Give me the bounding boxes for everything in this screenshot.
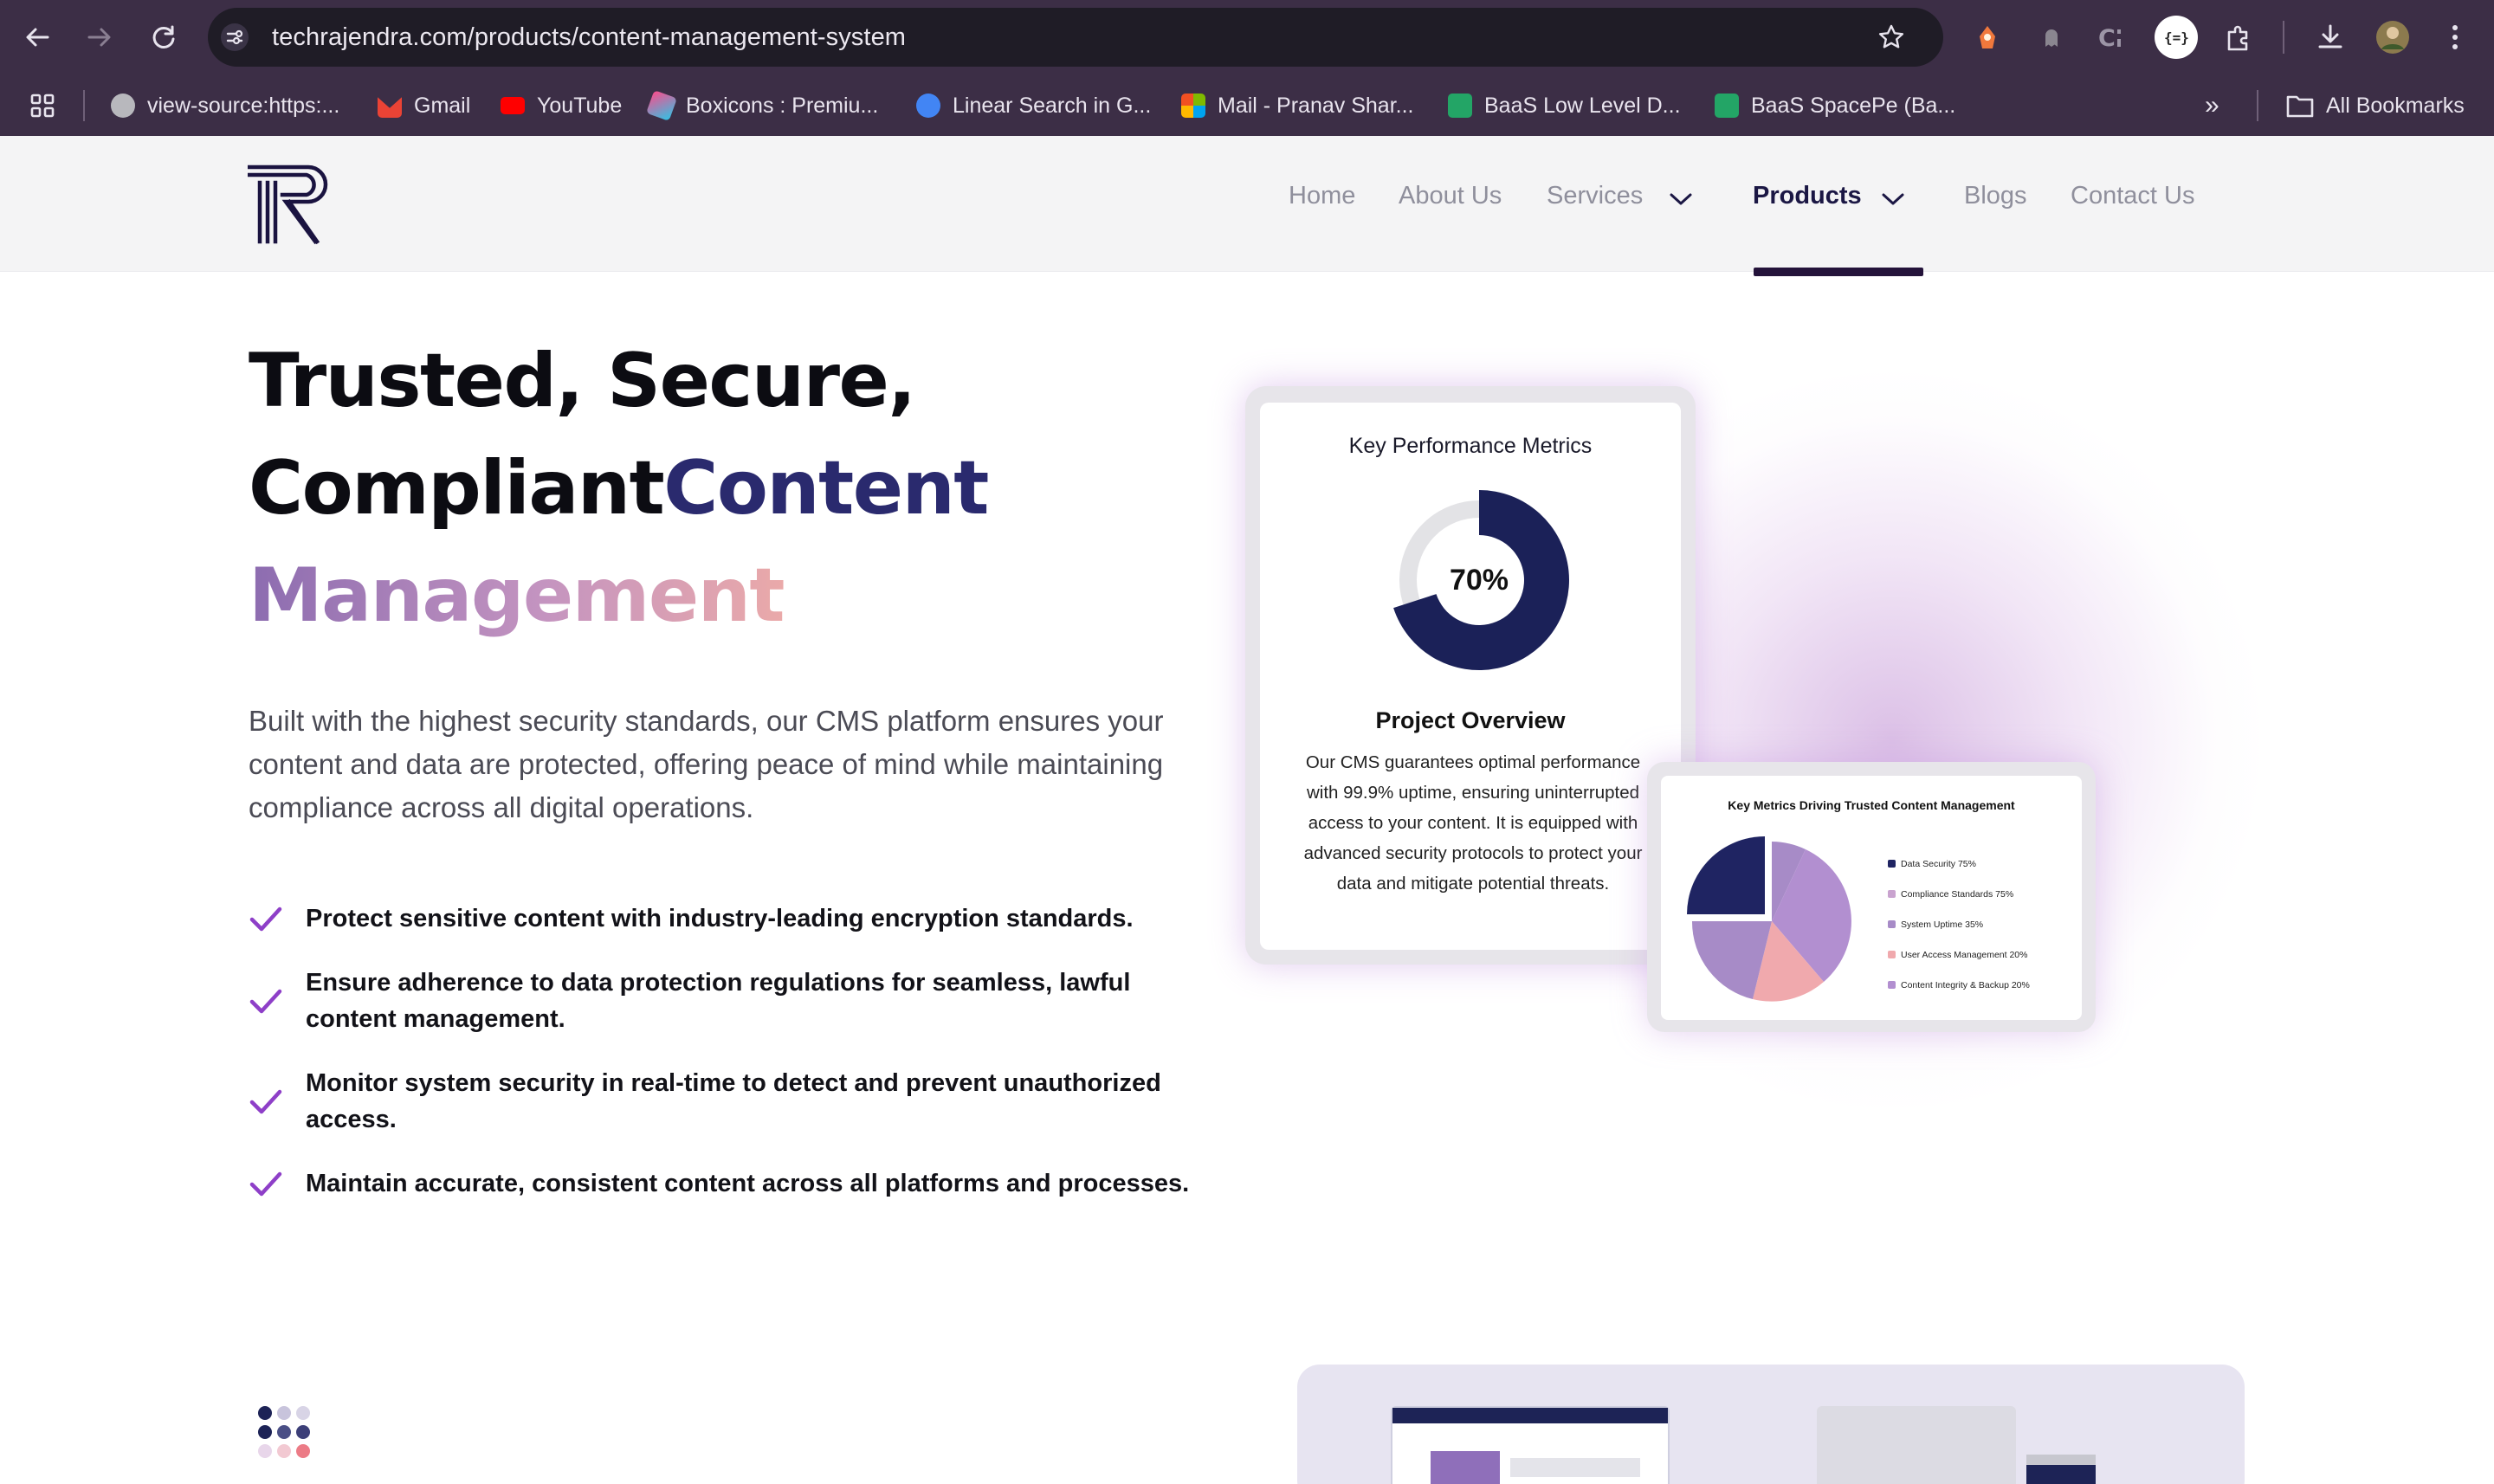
preview-grey-block [1817,1406,2016,1484]
kpi-card-title: Key Performance Metrics [1348,434,1593,458]
browser-menu-icon[interactable] [2435,17,2475,57]
bookmark-item[interactable]: Mail - Pranav Shar... [1181,81,1413,130]
apps-grid-icon[interactable] [29,81,55,130]
metrics-pie-chart [1687,836,1851,1002]
nav-blogs[interactable]: Blogs [1964,182,2027,210]
bookmark-item[interactable]: BaaS SpacePe (Ba... [1715,81,1955,130]
bookmark-item[interactable]: Linear Search in G... [916,81,1151,130]
bookmark-item[interactable]: Boxicons : Premiu... [646,81,878,130]
folder-icon [2286,95,2314,118]
sheets-icon [1715,94,1739,118]
chevron-down-icon[interactable] [1668,190,1694,208]
reload-icon [152,25,175,48]
site-logo[interactable] [248,165,336,244]
bookmark-item[interactable]: BaaS Low Level D... [1448,81,1681,130]
forward-arrow-icon [87,28,111,47]
hero-description: Built with the highest security standard… [249,705,1164,823]
boxicons-icon [646,90,677,121]
pie-slice-exploded [1687,836,1765,914]
dots-logo-icon [258,1406,310,1458]
site-settings-icon[interactable] [220,23,249,52]
bookmark-item[interactable]: Gmail [378,81,470,130]
nav-home[interactable]: Home [1289,182,1355,210]
preview-window [1391,1406,1670,1484]
metrics-card-title: Key Metrics Driving Trusted Content Mana… [1728,798,2015,812]
forward-button[interactable] [80,17,120,57]
all-bookmarks-folder[interactable]: All Bookmarks [2286,81,2465,130]
gmail-icon [378,97,402,118]
globe-icon [111,94,135,118]
preview-window-bar [1392,1408,1668,1423]
more-bookmarks-icon[interactable]: » [2205,81,2219,130]
legend-item: Data Security 75% [1888,848,2030,879]
nav-about-us[interactable]: About Us [1399,182,1502,210]
google-icon [916,94,940,118]
legend-item: Content Integrity & Backup 20% [1888,970,2030,1000]
bookmark-item[interactable]: YouTube [501,81,622,130]
extension-ghost-icon[interactable] [2032,17,2071,57]
project-overview-title: Project Overview [1375,707,1566,733]
kpi-card: Key Performance Metrics 70% Project Over… [1260,403,1681,950]
url-text[interactable]: techrajendra.com/products/content-manage… [272,8,906,67]
sheets-icon [1448,94,1472,118]
kpi-donut-chart: 70% [1393,490,1569,670]
download-icon[interactable] [2310,17,2350,57]
microsoft-icon [1181,94,1205,118]
legend-swatch [1888,920,1896,928]
legend-item: User Access Management 20% [1888,939,2030,970]
hero-title: Trusted, Secure, CompliantContent Manage… [249,338,989,639]
legend-swatch [1888,860,1896,868]
check-icon [249,907,282,932]
nav-products[interactable]: Products [1753,182,1862,210]
svg-text:{=}: {=} [2164,29,2189,46]
profile-avatar-icon[interactable] [2373,17,2413,57]
legend-swatch [1888,951,1896,958]
legend-swatch [1888,981,1896,989]
svg-text:C: C [2098,25,2116,52]
preview-avatar [1431,1451,1500,1484]
reload-button[interactable] [144,17,184,57]
nav-contact-us[interactable]: Contact Us [2071,182,2194,210]
feature-item: Ensure adherence to data protection regu… [249,965,1201,1037]
bookmark-item[interactable]: view-source:https:... [111,81,339,130]
bottom-preview-panel [1297,1365,2245,1484]
extension-json-icon[interactable]: {=} [2155,16,2198,59]
legend-item: System Uptime 35% [1888,909,2030,939]
bookmark-star-icon[interactable] [1877,23,1905,51]
preview-navy-block [2026,1455,2096,1484]
extension-css-icon[interactable]: C [2094,17,2134,57]
chevron-down-icon[interactable] [1880,190,1906,208]
extension-fox-icon[interactable] [1967,17,2007,57]
check-icon [249,1089,282,1114]
youtube-icon [501,97,525,114]
donut-percent-label: 70% [1450,564,1509,597]
pie-legend: Data Security 75% Compliance Standards 7… [1888,848,2030,1000]
check-icon [249,1171,282,1197]
feature-item: Maintain accurate, consistent content ac… [249,1165,1201,1202]
feature-item: Protect sensitive content with industry-… [249,900,1201,937]
back-button[interactable] [17,17,57,57]
feature-item: Monitor system security in real-time to … [249,1065,1201,1138]
legend-item: Compliance Standards 75% [1888,879,2030,909]
nav-services[interactable]: Services [1547,182,1643,210]
browser-chrome: techrajendra.com/products/content-manage… [0,0,2494,136]
check-icon [249,989,282,1014]
extensions-puzzle-icon[interactable] [2219,17,2258,57]
back-arrow-icon [26,28,49,47]
legend-swatch [1888,890,1896,898]
project-overview-text: Our CMS guarantees optimal performance w… [1303,752,1643,894]
metrics-card: Key Metrics Driving Trusted Content Mana… [1661,776,2082,1020]
active-nav-indicator [1754,268,1923,276]
preview-input [1510,1458,1640,1477]
bookmarks-bar: view-source:https:... Gmail YouTube Boxi… [0,81,2494,130]
address-bar[interactable]: techrajendra.com/products/content-manage… [208,8,1943,67]
